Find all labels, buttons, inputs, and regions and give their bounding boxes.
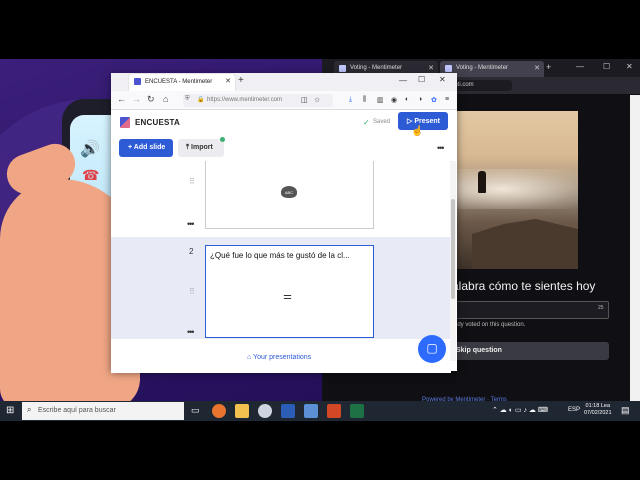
pocket-icon[interactable]: ◫ [301, 96, 308, 104]
chat-icon: ▢ [426, 341, 438, 355]
close-icon[interactable]: ✕ [534, 64, 540, 72]
minimize-button[interactable]: — [576, 62, 584, 71]
sidebar-icon[interactable]: ▥ [377, 96, 384, 104]
editor-tab-strip: ENCUESTA - Mentimeter ✕ + — ☐ ✕ [111, 73, 457, 91]
present-label: Present [414, 118, 441, 125]
hangup-icon: ☎ [82, 167, 100, 183]
lock-icon[interactable]: 🔒 [197, 96, 204, 103]
taskbar-search-input[interactable]: Escribe aquí para buscar [22, 402, 184, 420]
extension-icon[interactable]: ◐ [405, 96, 409, 103]
import-button[interactable]: ⤒ Import [178, 139, 224, 157]
chat-support-button[interactable]: ▢ [418, 335, 446, 363]
editor-tab-title: ENCUESTA - Mentimeter [145, 79, 213, 85]
download-icon[interactable]: ⤓ [349, 96, 352, 104]
close-window-button[interactable]: ✕ [626, 62, 633, 71]
reload-icon[interactable]: ↻ [147, 94, 155, 105]
mentimeter-logo-icon[interactable] [120, 117, 130, 128]
open-ended-icon: ⚌ [283, 291, 292, 302]
forward-icon[interactable]: → [132, 94, 141, 104]
home-icon[interactable]: ⌂ [163, 94, 168, 104]
new-indicator-badge [220, 137, 225, 142]
minimize-button[interactable]: — [399, 76, 407, 85]
voting-tab-2-title: Voting - Mentimeter [456, 65, 509, 71]
new-tab-button[interactable]: + [546, 62, 551, 72]
word-cloud-icon: ABC [281, 186, 297, 198]
voting-question: alabra cómo te sientes hoy [452, 279, 596, 293]
drag-handle-icon[interactable]: ⠿ [189, 287, 195, 296]
image-clouds [452, 169, 578, 209]
image-person [478, 171, 486, 193]
voted-message: ody voted on this question. [454, 322, 526, 328]
slide-1-more-button[interactable]: ••• [187, 219, 195, 229]
voting-tab-1-title: Voting - Mentimeter [350, 65, 403, 71]
word-icon[interactable] [281, 404, 295, 418]
notification-icon[interactable]: ▤ [621, 405, 630, 416]
menu-icon[interactable]: ≡ [445, 96, 449, 103]
editor-url-text: https://www.mentimeter.com [207, 97, 283, 103]
your-presentations-label: Your presentations [253, 354, 312, 361]
extension-icon[interactable]: ◑ [418, 96, 422, 103]
library-icon[interactable]: ⫼ [363, 96, 366, 104]
character-counter: 25 [598, 305, 604, 311]
clock-time: 01:18 Lea [585, 403, 610, 409]
windows-start-icon[interactable]: ⊞ [6, 405, 14, 416]
scrollbar-thumb[interactable] [451, 199, 455, 299]
system-tray-icons[interactable]: ⌃ ☁ ◐ ▭ ♪ ☁ ⌨ [492, 406, 548, 414]
editor-browser-window: ENCUESTA - Mentimeter ✕ + — ☐ ✕ ← → ↻ ⌂ … [111, 73, 457, 373]
task-view-icon[interactable]: ▭ [191, 405, 200, 416]
shield-icon[interactable]: ⛨ [185, 96, 190, 103]
answer-input[interactable] [452, 301, 609, 319]
file-explorer-icon[interactable] [235, 404, 249, 418]
mentimeter-favicon-icon [445, 65, 452, 72]
photos-icon[interactable] [304, 404, 318, 418]
back-icon[interactable]: ← [117, 94, 126, 104]
voting-scrollbar[interactable] [630, 95, 640, 401]
taskbar-clock[interactable]: 01:18 Lea 07/02/2021 [584, 403, 612, 417]
mouse-cursor-icon: ☝ [411, 126, 424, 137]
firefox-icon[interactable] [212, 404, 226, 418]
close-icon[interactable]: ✕ [225, 77, 231, 85]
import-label: Import [191, 144, 213, 151]
add-slide-button[interactable]: + Add slide [119, 139, 173, 157]
close-icon[interactable]: ✕ [428, 64, 434, 72]
presentation-title[interactable]: ENCUESTA [135, 118, 180, 127]
slide-2-more-button[interactable]: ••• [187, 327, 195, 337]
browser-app-icon[interactable] [258, 404, 272, 418]
excel-icon[interactable] [350, 404, 364, 418]
saved-status: Saved [373, 119, 391, 125]
speaker-icon: 🔊 [80, 141, 100, 158]
desktop-screen: 🔊 ☎ Voting - Mentimeter ✕ Voting - Menti… [0, 59, 640, 421]
powerpoint-icon[interactable] [327, 404, 341, 418]
editor-tab[interactable]: ENCUESTA - Mentimeter ✕ [129, 74, 235, 91]
checkmark-icon: ✓ [363, 118, 370, 127]
close-window-button[interactable]: ✕ [439, 75, 446, 84]
extension-icon[interactable]: ✿ [431, 96, 437, 104]
language-indicator[interactable]: ESP [568, 407, 580, 413]
your-presentations-link[interactable]: ⌂ Your presentations [247, 354, 311, 361]
search-icon: ⌕ [27, 405, 32, 414]
slide-number: 2 [189, 247, 194, 256]
mentimeter-favicon-icon [339, 65, 346, 72]
maximize-button[interactable]: ☐ [603, 62, 610, 71]
drag-handle-icon[interactable]: ⠿ [189, 177, 195, 186]
mentimeter-favicon-icon [134, 78, 141, 85]
bookmark-star-icon[interactable]: ☆ [314, 96, 320, 104]
more-options-button[interactable]: ••• [437, 143, 445, 153]
account-icon[interactable]: ◉ [391, 96, 397, 104]
new-tab-button[interactable]: + [238, 75, 244, 86]
skip-question-button[interactable]: Skip question [452, 342, 609, 360]
maximize-button[interactable]: ☐ [418, 75, 425, 84]
slide-2-question: ¿Qué fue lo que más te gustó de la cl... [210, 251, 350, 260]
clock-date: 07/02/2021 [584, 410, 612, 416]
